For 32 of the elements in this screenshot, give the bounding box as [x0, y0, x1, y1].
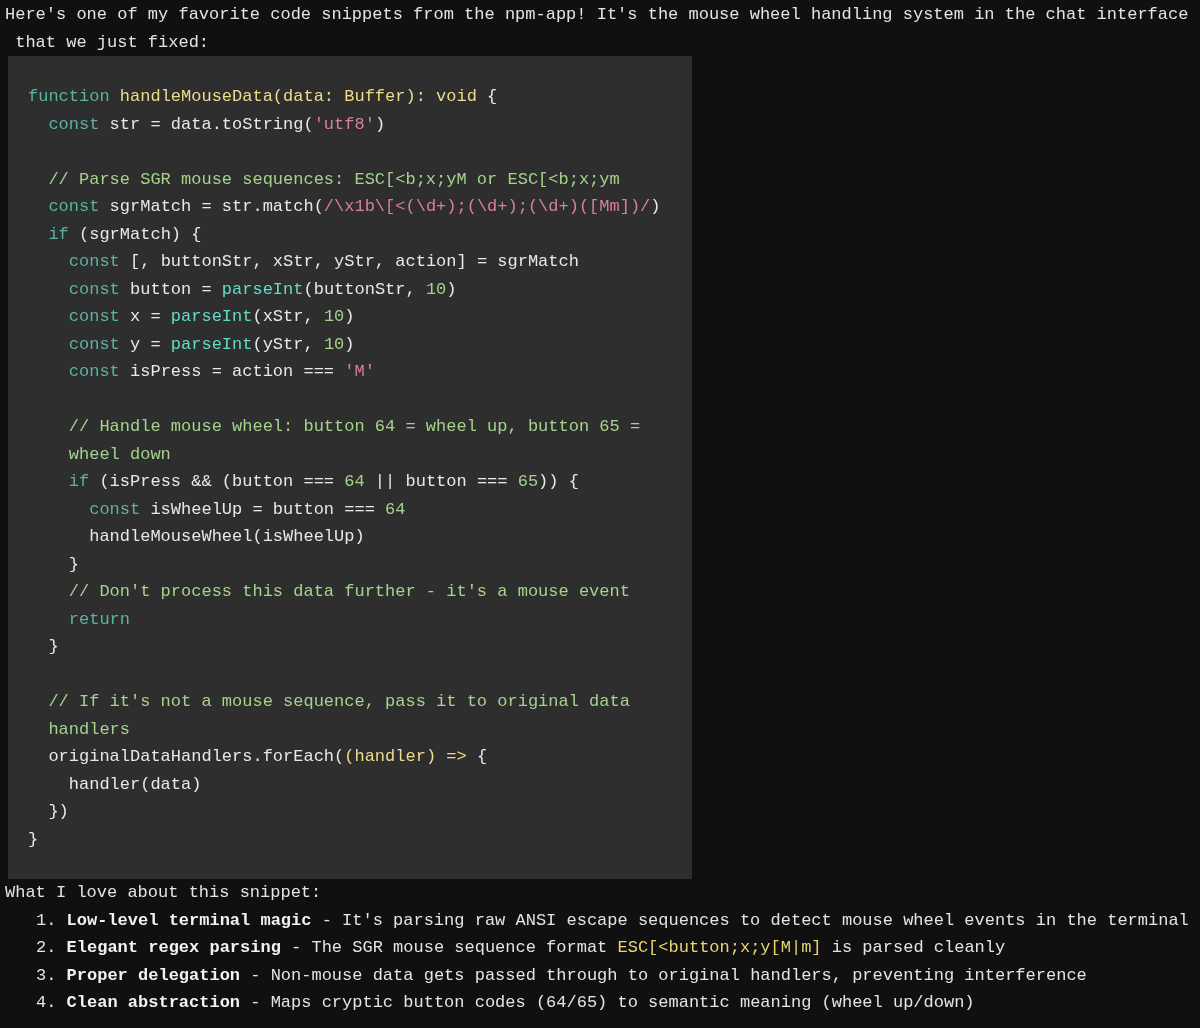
list-item: 4. Clean abstraction - Maps cryptic button codes (64/65) to semantic meaning (wheel up/down) — [35, 992, 976, 1014]
code-line: // Don't process this data further - it's a mouse event — [67, 581, 631, 603]
code-line: // Handle mouse wheel: button 64 = wheel up, button 65 = — [67, 416, 642, 438]
code-line: } — [47, 636, 60, 658]
code-line: handlers — [47, 718, 132, 741]
list-item: 3. Proper delegation - Non-mouse data gets passed through to original handlers, preventing interference — [35, 964, 1088, 987]
code-line: if (sgrMatch) { — [47, 223, 203, 246]
code-line: const button = parseInt(buttonStr, 10) — [67, 278, 458, 301]
code-line: const isWheelUp = button === 64 — [88, 498, 407, 521]
list-item: 2. Elegant regex parsing - The SGR mouse sequence format ESC[<button;x;y[M|m] is parsed cleanly — [35, 937, 1007, 959]
code-line: } — [28, 828, 40, 851]
code-line: const isPress = action === 'M' — [67, 361, 376, 383]
code-line: if (isPress && (button === 64 || button === 65)) { — [67, 471, 580, 493]
code-line: const sgrMatch = str.match(/\x1b\[<(\d+);(\d+);(\d+)([Mm])/) — [47, 196, 662, 218]
code-line: } — [67, 553, 80, 576]
intro-text: Here's one of my favorite code snippets from the npm-app! It's the mouse wheel handling system in the chat interface — [4, 4, 1190, 26]
code-line: const x = parseInt(xStr, 10) — [67, 306, 356, 328]
code-line: originalDataHandlers.forEach((handler) => { — [47, 746, 489, 768]
intro-text: that we just fixed: — [14, 31, 211, 54]
summary-heading: What I love about this snippet: — [4, 882, 323, 904]
code-line: function handleMouseData(data: Buffer): void { — [28, 86, 499, 108]
code-line: handleMouseWheel(isWheelUp) — [88, 526, 366, 548]
list-item: 1. Low-level terminal magic - It's parsing raw ANSI escape sequences to detect mouse wheel events in the terminal — [35, 909, 1190, 932]
code-line: handler(data) — [67, 773, 203, 796]
code-line: return — [67, 608, 132, 631]
code-line: const str = data.toString('utf8') — [47, 113, 387, 136]
code-line: // If it's not a mouse sequence, pass it to original data — [47, 691, 631, 713]
code-line: // Parse SGR mouse sequences: ESC[<b;x;yM or ESC[<b;x;ym — [47, 168, 621, 191]
code-line: const [, buttonStr, xStr, yStr, action] = sgrMatch — [67, 251, 580, 273]
code-line: const y = parseInt(yStr, 10) — [67, 333, 356, 356]
code-line: wheel down — [67, 443, 172, 466]
code-line: }) — [47, 801, 70, 823]
